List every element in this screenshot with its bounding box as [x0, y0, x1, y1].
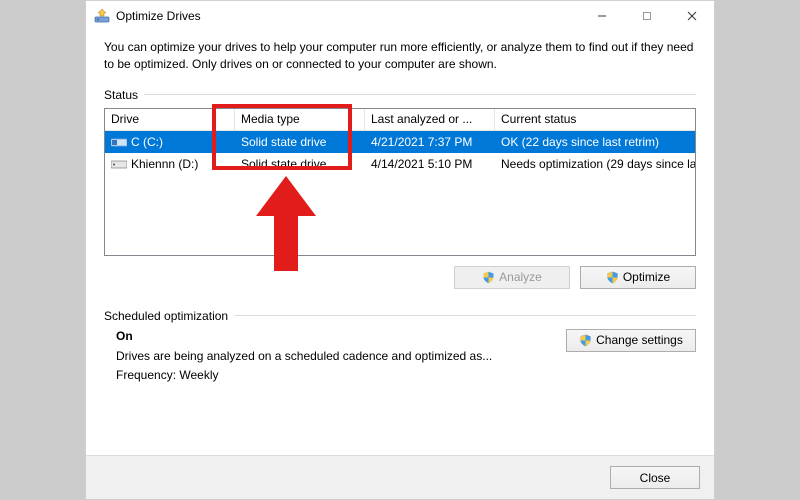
maximize-button[interactable]	[624, 1, 669, 31]
scheduled-description: Drives are being analyzed on a scheduled…	[116, 349, 556, 363]
drive-row-c[interactable]: C (C:) Solid state drive 4/21/2021 7:37 …	[105, 131, 695, 153]
optimize-drives-window: Optimize Drives You can optimize your dr…	[85, 0, 715, 500]
close-dialog-button[interactable]: Close	[610, 466, 700, 489]
drive-name: Khiennn (D:)	[131, 157, 198, 171]
drive-icon	[111, 158, 127, 170]
scheduled-text: On Drives are being analyzed on a schedu…	[104, 329, 556, 387]
scheduled-section-label: Scheduled optimization	[104, 309, 696, 323]
minimize-button[interactable]	[579, 1, 624, 31]
drive-name: C (C:)	[131, 135, 163, 149]
optimize-button[interactable]: Optimize	[580, 266, 696, 289]
drive-row-d[interactable]: Khiennn (D:) Solid state drive 4/14/2021…	[105, 153, 695, 175]
scheduled-on: On	[116, 329, 556, 343]
status-section-label: Status	[104, 88, 696, 102]
analyze-button[interactable]: Analyze	[454, 266, 570, 289]
analyze-label: Analyze	[499, 270, 542, 284]
description-text: You can optimize your drives to help you…	[104, 39, 696, 74]
shield-icon	[579, 334, 592, 347]
shield-icon	[482, 271, 495, 284]
media-type-cell: Solid state drive	[235, 157, 365, 171]
scheduled-block: On Drives are being analyzed on a schedu…	[104, 329, 696, 387]
drives-list[interactable]: Drive Media type Last analyzed or ... Cu…	[104, 108, 696, 256]
change-settings-label: Change settings	[596, 333, 683, 347]
last-analyzed-cell: 4/14/2021 5:10 PM	[365, 157, 495, 171]
column-current-status[interactable]: Current status	[495, 109, 695, 130]
window-content: You can optimize your drives to help you…	[86, 31, 714, 455]
titlebar: Optimize Drives	[86, 1, 714, 31]
scheduled-label-text: Scheduled optimization	[104, 309, 228, 323]
scheduled-frequency: Frequency: Weekly	[116, 368, 556, 382]
status-cell: Needs optimization (29 days since last..…	[495, 157, 695, 171]
close-button[interactable]	[669, 1, 714, 31]
list-header[interactable]: Drive Media type Last analyzed or ... Cu…	[105, 109, 695, 131]
action-button-row: Analyze Optimize	[104, 266, 696, 289]
divider	[144, 94, 696, 95]
last-analyzed-cell: 4/21/2021 7:37 PM	[365, 135, 495, 149]
status-cell: OK (22 days since last retrim)	[495, 135, 695, 149]
window-controls	[579, 1, 714, 31]
status-label-text: Status	[104, 88, 138, 102]
media-type-cell: Solid state drive	[235, 135, 365, 149]
change-settings-button[interactable]: Change settings	[566, 329, 696, 352]
column-media-type[interactable]: Media type	[235, 109, 365, 130]
footer: Close	[86, 455, 714, 499]
app-icon	[94, 8, 110, 24]
optimize-label: Optimize	[623, 270, 670, 284]
drive-icon	[111, 136, 127, 148]
window-title: Optimize Drives	[116, 9, 579, 23]
drive-name-cell: C (C:)	[105, 135, 235, 149]
column-last-analyzed[interactable]: Last analyzed or ...	[365, 109, 495, 130]
shield-icon	[606, 271, 619, 284]
drive-name-cell: Khiennn (D:)	[105, 157, 235, 171]
close-label: Close	[640, 471, 671, 485]
divider	[234, 315, 696, 316]
column-drive[interactable]: Drive	[105, 109, 235, 130]
